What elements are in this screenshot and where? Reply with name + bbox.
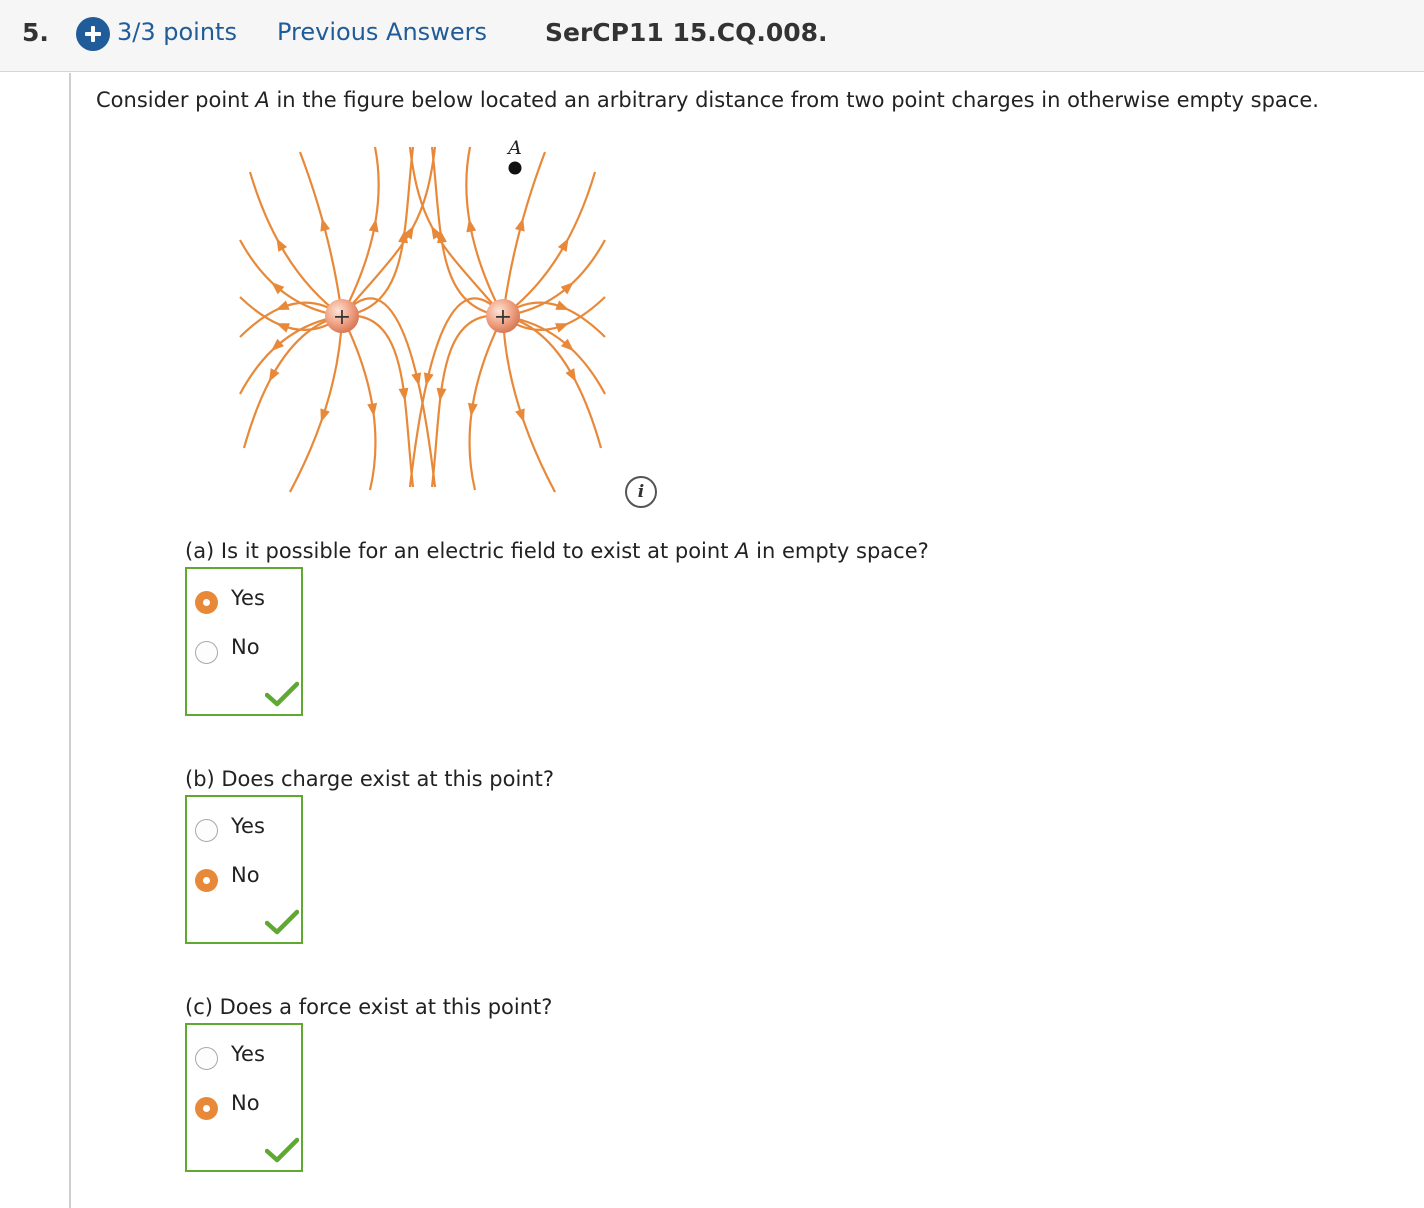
part-a-no-radio[interactable] [195,641,218,664]
field-arrows [268,217,577,423]
part-b-no-radio[interactable] [195,869,218,892]
part-b-no-label[interactable]: No [231,863,260,887]
left-charge-sign: + [333,305,351,330]
electric-field-figure: A + + [239,137,606,493]
question-header: 5. 3/3 points Previous Answers SerCP11 1… [0,0,1424,72]
left-positive-charge: + [325,299,359,333]
right-positive-charge: + [486,299,520,333]
question-prompt: Consider point A in the figure below loc… [96,88,1319,112]
correct-check-icon [265,681,299,707]
question-id: SerCP11 15.CQ.008. [545,18,828,47]
part-c-no-label[interactable]: No [231,1091,260,1115]
part-b-answer-box: Yes No [185,795,303,944]
right-charge-sign: + [494,305,512,330]
part-a-text-end: in empty space? [749,539,929,563]
part-a-no-label[interactable]: No [231,635,260,659]
points-score: 3/3 points [117,18,237,46]
question-number: 5. [22,18,49,47]
part-b-question: (b) Does charge exist at this point? [185,767,554,791]
prompt-point-label: A [255,88,270,112]
part-c-yes-radio[interactable] [195,1047,218,1070]
point-a-label: A [506,137,522,159]
expand-plus-icon[interactable] [76,17,110,51]
field-lines [239,146,606,493]
part-c-no-radio[interactable] [195,1097,218,1120]
point-a-dot [508,161,522,175]
part-a-question: (a) Is it possible for an electric field… [185,539,929,563]
part-a-yes-label[interactable]: Yes [231,586,265,610]
part-a-text: (a) Is it possible for an electric field… [185,539,736,563]
part-b-yes-label[interactable]: Yes [231,814,265,838]
left-divider [69,73,71,1208]
part-b-yes-radio[interactable] [195,819,218,842]
part-a-yes-radio[interactable] [195,591,218,614]
correct-check-icon [265,1137,299,1163]
part-a-point-label: A [735,539,750,563]
prompt-text-end: in the figure below located an arbitrary… [269,88,1319,112]
info-icon[interactable]: i [625,476,657,508]
part-c-yes-label[interactable]: Yes [231,1042,265,1066]
part-c-question: (c) Does a force exist at this point? [185,995,553,1019]
previous-answers-link[interactable]: Previous Answers [277,18,487,46]
part-a-answer-box: Yes No [185,567,303,716]
part-c-answer-box: Yes No [185,1023,303,1172]
prompt-text-start: Consider point [96,88,256,112]
correct-check-icon [265,909,299,935]
